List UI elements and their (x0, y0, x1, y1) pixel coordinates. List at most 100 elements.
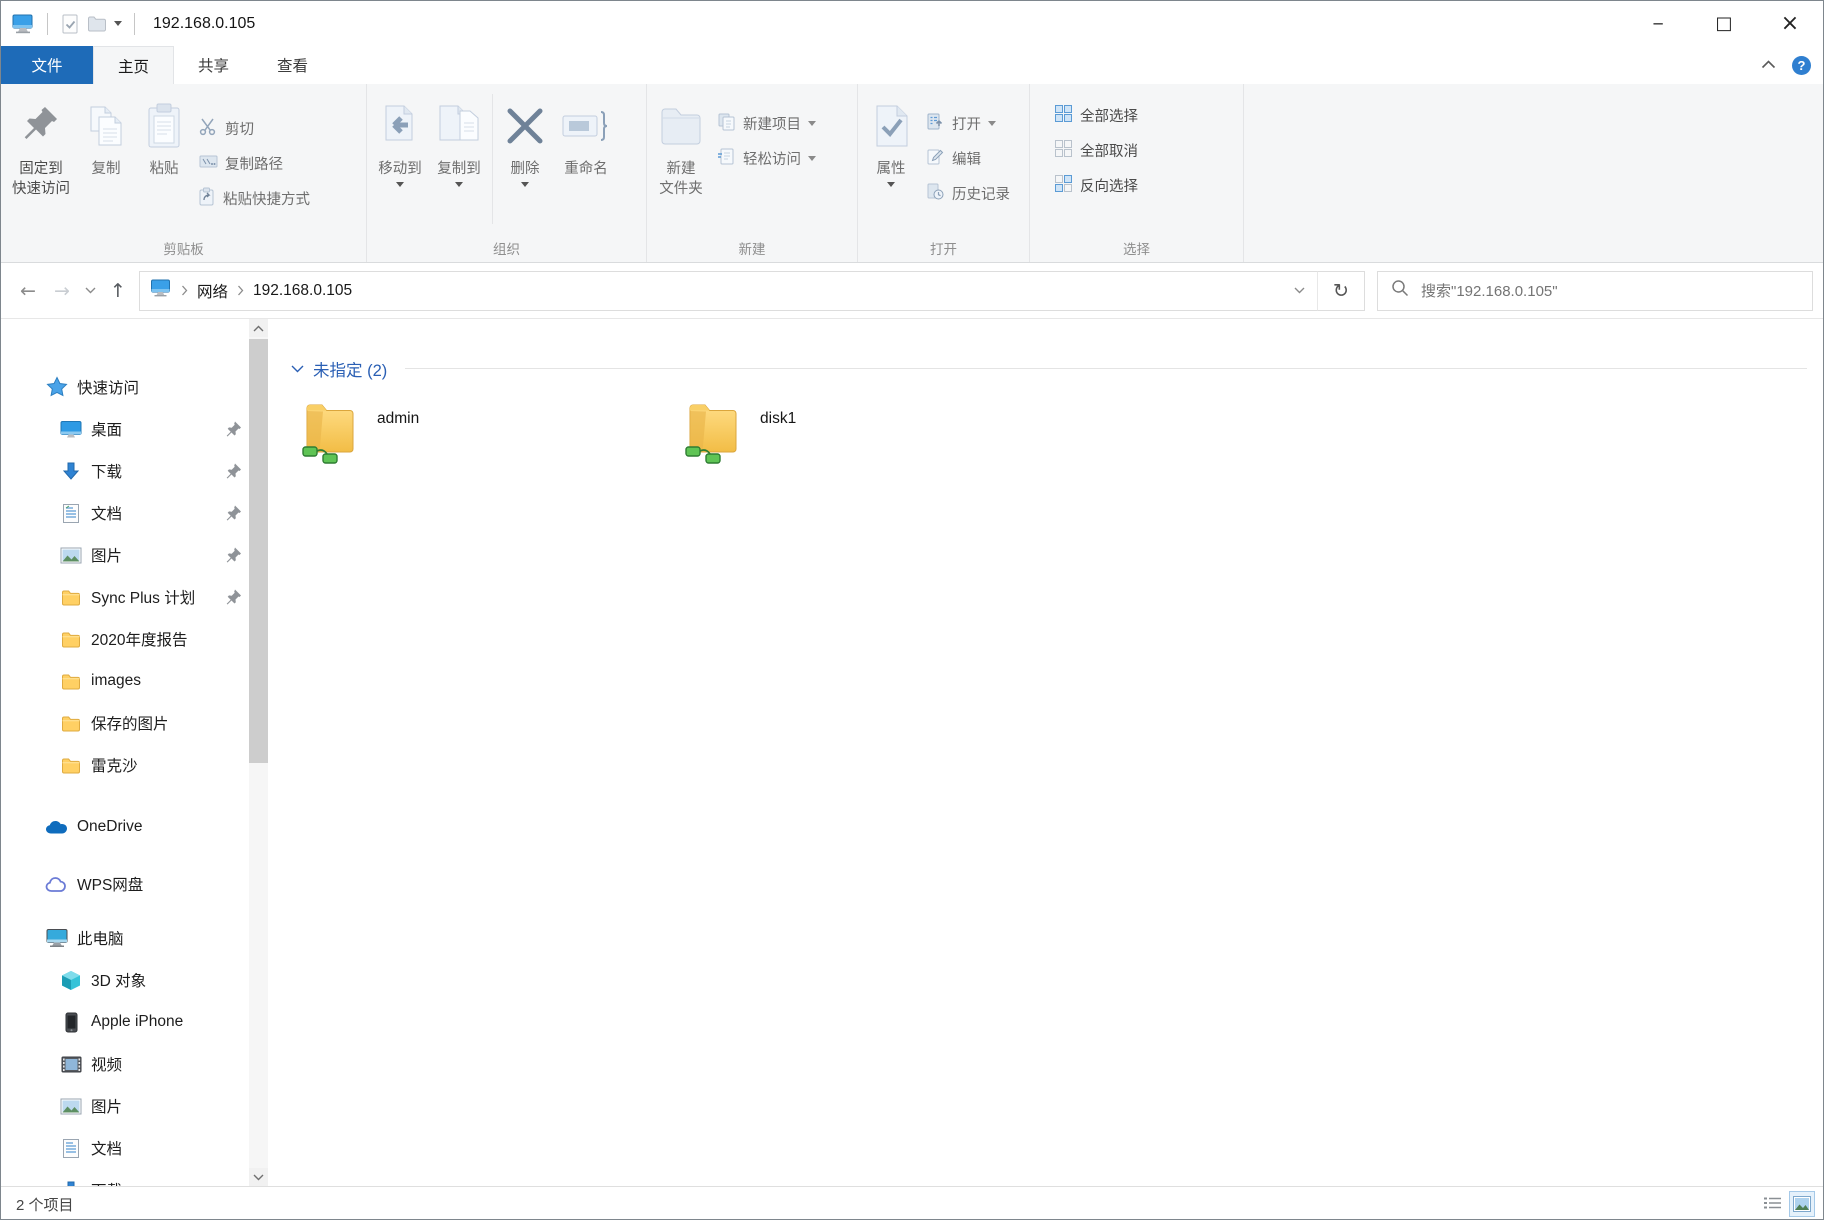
easy-access-icon (717, 147, 736, 170)
help-icon[interactable]: ? (1792, 56, 1811, 75)
move-to-button[interactable]: 移动到 (371, 84, 429, 187)
tab-file[interactable]: 文件 (1, 46, 93, 84)
breadcrumb-chevron-icon (237, 285, 244, 296)
sidebar-item-downloads-2[interactable]: 下载 (1, 1169, 273, 1186)
select-none-button[interactable]: 全部取消 (1048, 133, 1144, 168)
copy-button[interactable]: 复制 (77, 84, 135, 179)
invert-selection-button[interactable]: 反向选择 (1048, 168, 1144, 203)
new-item-button[interactable]: 新建项目 (711, 106, 822, 141)
folder-item-admin[interactable]: admin (301, 399, 684, 467)
network-folder-icon (301, 399, 359, 470)
sidebar-item-2020-report[interactable]: 2020年度报告 (1, 618, 273, 660)
sidebar-item-videos[interactable]: 视频 (1, 1043, 273, 1085)
scrollbar-down-arrow-icon[interactable] (249, 1168, 268, 1186)
properties-toolbar-icon[interactable] (60, 14, 80, 34)
paste-button[interactable]: 粘贴 (135, 84, 193, 179)
sidebar-item-this-pc[interactable]: 此电脑 (1, 917, 273, 959)
customize-toolbar-chevron-icon[interactable] (114, 21, 122, 26)
video-film-icon (59, 1052, 83, 1076)
delete-button[interactable]: 删除 (496, 84, 554, 187)
folder-item-disk1[interactable]: disk1 (684, 399, 1067, 467)
scrollbar-up-arrow-icon[interactable] (249, 319, 268, 337)
sidebar-item-3d-objects[interactable]: 3D 对象 (1, 959, 273, 1001)
group-label-open: 打开 (858, 238, 1029, 258)
breadcrumb-host[interactable]: 192.168.0.105 (253, 282, 352, 300)
open-dropdown-icon (988, 121, 996, 126)
forward-button[interactable]: → (45, 273, 79, 309)
invert-selection-icon (1054, 174, 1073, 197)
window-title: 192.168.0.105 (153, 15, 255, 33)
recent-locations-chevron-icon[interactable] (79, 273, 101, 309)
sidebar-item-quick-access[interactable]: 快速访问 (1, 366, 273, 408)
edit-button[interactable]: 编辑 (920, 141, 1016, 176)
new-item-icon (717, 112, 736, 135)
minimize-button[interactable]: ─ (1625, 1, 1691, 46)
pictures-icon (59, 1094, 83, 1118)
sidebar-item-downloads[interactable]: 下载 (1, 450, 273, 492)
tab-share[interactable]: 共享 (174, 46, 253, 84)
new-folder-toolbar-icon[interactable] (87, 15, 107, 32)
rename-button[interactable]: 重命名 (554, 84, 618, 179)
pin-icon (225, 589, 242, 606)
rename-icon (561, 98, 611, 154)
group-header[interactable]: 未指定 (2) (291, 357, 387, 381)
easy-access-dropdown-icon (808, 156, 816, 161)
sidebar-item-wps-cloud[interactable]: WPS网盘 (1, 863, 273, 905)
sidebar-item-images[interactable]: images (1, 660, 273, 702)
sidebar-scrollbar[interactable] (249, 319, 268, 1186)
properties-check-icon (871, 98, 911, 154)
copy-path-button[interactable]: 复制路径 (193, 146, 316, 181)
select-all-icon (1054, 104, 1073, 127)
tab-view[interactable]: 查看 (253, 46, 332, 84)
sidebar-item-onedrive[interactable]: OneDrive (1, 806, 273, 848)
delete-x-icon (504, 98, 546, 154)
maximize-button[interactable]: □ (1691, 1, 1757, 46)
new-folder-button[interactable]: 新建 文件夹 (651, 84, 711, 199)
address-dropdown-chevron-icon[interactable] (1281, 272, 1317, 310)
status-bar: 2 个项目 (1, 1186, 1823, 1220)
scrollbar-thumb[interactable] (249, 339, 268, 763)
sidebar-item-saved-pictures[interactable]: 保存的图片 (1, 702, 273, 744)
copy-to-button[interactable]: 复制到 (429, 84, 489, 187)
edit-pencil-icon (926, 147, 945, 170)
sidebar-item-desktop[interactable]: 桌面 (1, 408, 273, 450)
details-view-toggle-icon[interactable] (1760, 1191, 1786, 1217)
properties-dropdown-icon (887, 182, 895, 187)
sidebar-item-documents-2[interactable]: 文档 (1, 1127, 273, 1169)
close-button[interactable]: × (1757, 1, 1823, 46)
pushpin-icon (21, 98, 61, 154)
sidebar-item-apple-iphone[interactable]: Apple iPhone (1, 1001, 273, 1043)
pin-to-quick-access-button[interactable]: 固定到 快速访问 (5, 84, 77, 199)
sidebar-item-documents[interactable]: 文档 (1, 492, 273, 534)
properties-button[interactable]: 属性 (862, 84, 920, 187)
ribbon-tab-row: 文件 主页 共享 查看 ? (1, 46, 1823, 84)
paste-shortcut-button[interactable]: 粘贴快捷方式 (193, 181, 316, 216)
new-item-dropdown-icon (808, 121, 816, 126)
easy-access-button[interactable]: 轻松访问 (711, 141, 822, 176)
tab-home[interactable]: 主页 (93, 46, 174, 84)
sidebar-item-pictures-2[interactable]: 图片 (1, 1085, 273, 1127)
sidebar-item-lexar[interactable]: 雷克沙 (1, 744, 273, 786)
refresh-button[interactable]: ↻ (1317, 271, 1365, 311)
ribbon-empty-space (1244, 84, 1823, 262)
history-button[interactable]: 历史记录 (920, 176, 1016, 211)
breadcrumb-network[interactable]: 网络 (197, 280, 228, 302)
folder-name: disk1 (760, 410, 796, 428)
cut-button[interactable]: 剪切 (193, 111, 316, 146)
open-button[interactable]: 打开 (920, 106, 1016, 141)
search-placeholder: 搜索"192.168.0.105" (1421, 280, 1558, 301)
up-button[interactable]: ↑ (101, 273, 135, 309)
clipboard-icon (145, 98, 183, 154)
thumbnail-view-toggle-icon[interactable] (1789, 1191, 1815, 1217)
search-box[interactable]: 搜索"192.168.0.105" (1377, 271, 1813, 311)
group-label-new: 新建 (647, 238, 857, 258)
address-bar[interactable]: 网络 192.168.0.105 (139, 271, 1318, 311)
collapse-ribbon-chevron-icon[interactable] (1761, 56, 1776, 74)
3d-cube-icon (59, 968, 83, 992)
sidebar-item-sync-plus[interactable]: Sync Plus 计划 (1, 576, 273, 618)
sidebar-item-pictures[interactable]: 图片 (1, 534, 273, 576)
group-label-organize: 组织 (367, 238, 646, 258)
back-button[interactable]: ← (11, 273, 45, 309)
select-all-button[interactable]: 全部选择 (1048, 98, 1144, 133)
paste-shortcut-icon (199, 187, 216, 210)
